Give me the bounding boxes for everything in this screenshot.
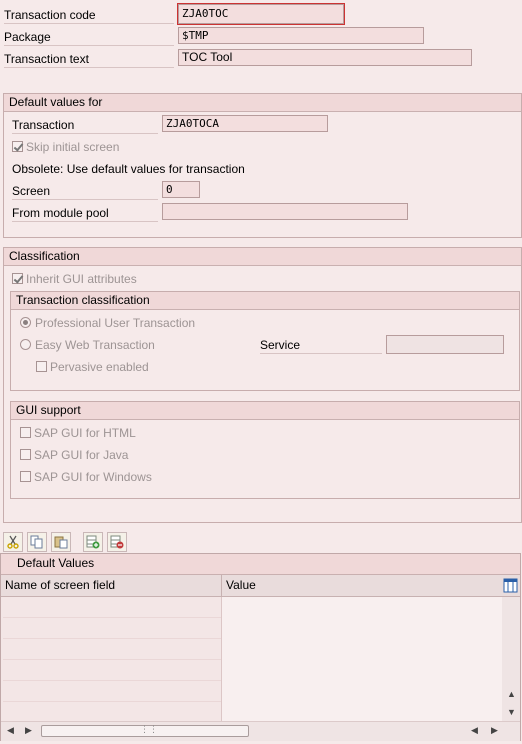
cut-button[interactable] [3,532,23,552]
table-header: Name of screen field Value [1,575,520,597]
sap-gui-html-label: SAP GUI for HTML [34,426,136,440]
gui-support-title: GUI support [11,402,519,420]
obsolete-text: Obsolete: Use default values for transac… [12,162,245,176]
transaction-code-field[interactable]: ZJA0TOC [177,3,345,25]
paste-button[interactable] [51,532,71,552]
default-transaction-label: Transaction [12,117,158,134]
column-divider [221,575,222,596]
table-row[interactable] [3,659,221,660]
vertical-scrollbar[interactable]: ▲ ▼ [502,597,520,721]
table-title-text: Default Values [17,556,95,570]
module-pool-field[interactable] [162,203,408,220]
default-values-table-title: Default Values [1,554,520,575]
skip-initial-screen-checkbox[interactable] [12,141,23,152]
cut-icon [7,535,19,549]
column-header-value[interactable]: Value [226,578,256,592]
inherit-gui-checkbox[interactable] [12,273,23,284]
copy-icon [30,535,43,549]
sap-gui-html-checkbox[interactable] [20,427,31,438]
delete-row-button[interactable] [107,532,127,552]
professional-user-label: Professional User Transaction [35,316,196,330]
service-field[interactable] [386,335,504,354]
pervasive-label: Pervasive enabled [50,360,149,374]
copy-button[interactable] [27,532,47,552]
column-settings-icon [503,578,518,593]
horizontal-scrollbar[interactable]: ◀ ▶ ⋮⋮ ◀ ▶ [1,721,520,741]
skip-initial-screen-label: Skip initial screen [26,140,120,154]
table-row[interactable] [3,680,221,681]
column-settings-button[interactable] [503,578,518,593]
scroll-up-arrow-icon[interactable]: ▲ [507,689,516,699]
sap-gui-java-label: SAP GUI for Java [34,448,129,462]
pervasive-checkbox[interactable] [36,361,47,372]
sap-gui-java-checkbox[interactable] [20,449,31,460]
package-label: Package [4,29,174,46]
default-transaction-field[interactable]: ZJA0TOCA [162,115,328,132]
scroll-left-arrow-icon[interactable]: ▶ [25,725,32,736]
scroll-thumb[interactable]: ⋮⋮ [41,724,249,737]
professional-user-radio[interactable] [20,317,31,328]
module-pool-label: From module pool [12,205,158,222]
scroll-down-arrow-icon[interactable]: ▼ [507,707,516,717]
service-label: Service [260,337,382,354]
table-row[interactable] [3,638,221,639]
table-row[interactable] [3,617,221,618]
insert-row-icon [86,535,100,549]
transaction-code-label: Transaction code [4,7,174,24]
default-values-title: Default values for [4,94,521,112]
screen-field[interactable]: 0 [162,181,200,198]
default-values-table: Default Values Name of screen field Valu… [0,553,521,741]
sap-gui-windows-label: SAP GUI for Windows [34,470,152,484]
scroll-right-arrow-icon[interactable]: ◀ [471,725,478,736]
scroll-grip-icon: ⋮⋮ [140,724,158,734]
column-header-name[interactable]: Name of screen field [5,578,115,592]
scroll-left-end-arrow-icon[interactable]: ◀ [7,725,14,736]
classification-title: Classification [4,248,521,266]
easy-web-label: Easy Web Transaction [35,338,155,352]
delete-row-icon [110,535,124,549]
screen-label: Screen [12,183,158,200]
insert-row-button[interactable] [83,532,103,552]
paste-icon [54,536,68,549]
transaction-text-label: Transaction text [4,51,174,68]
inherit-gui-label: Inherit GUI attributes [26,272,137,286]
transaction-text-field[interactable]: TOC Tool [178,49,472,66]
package-field[interactable]: $TMP [178,27,424,44]
sap-gui-windows-checkbox[interactable] [20,471,31,482]
transaction-classification-title: Transaction classification [11,292,519,310]
scroll-right-end-arrow-icon[interactable]: ▶ [491,725,498,736]
table-body [1,597,502,721]
easy-web-radio[interactable] [20,339,31,350]
table-row[interactable] [3,701,221,702]
